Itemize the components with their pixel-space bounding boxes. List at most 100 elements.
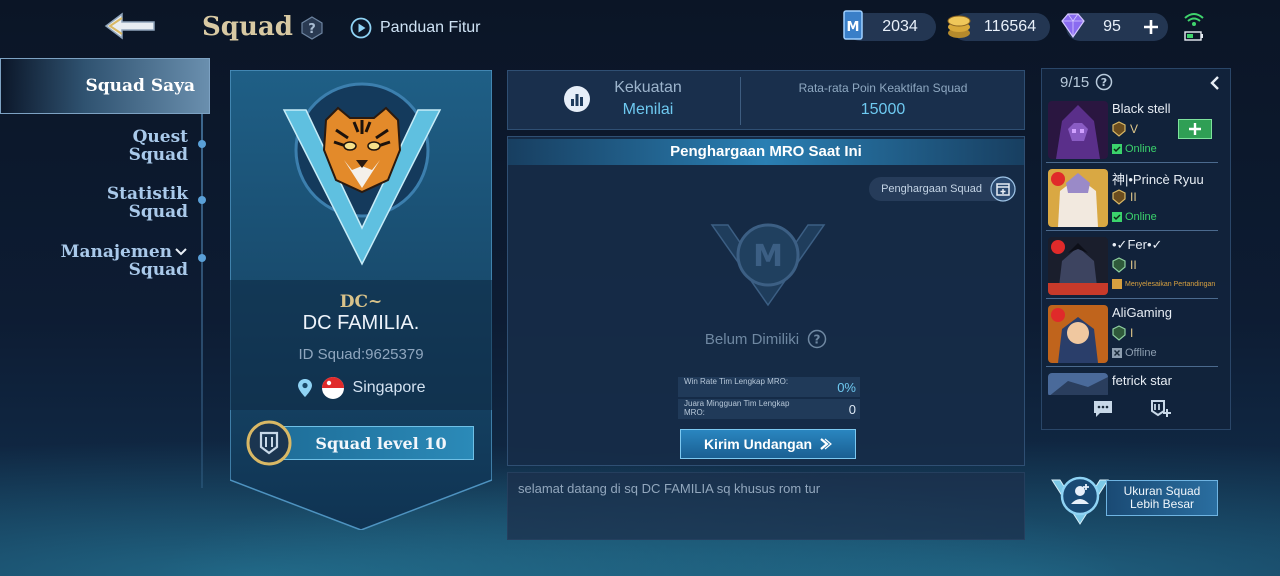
offline-x-icon <box>1112 348 1122 358</box>
diamonds-counter: 95 <box>1061 13 1168 41</box>
menu-item-manajemen-squad[interactable]: Manajemen Squad <box>61 243 188 279</box>
feature-guide-link[interactable]: Panduan Fitur <box>350 16 481 40</box>
menu-item-statistik-squad[interactable]: Statistik Squad <box>107 185 188 221</box>
play-icon <box>350 17 372 39</box>
battery-icon <box>1184 31 1203 41</box>
location-pin-icon <box>297 379 312 397</box>
member-row[interactable]: fetrick star <box>1046 371 1218 395</box>
online-check-icon <box>1112 212 1122 222</box>
menu-marker <box>198 140 206 148</box>
tiger-logo <box>322 106 402 194</box>
mro-points-counter: M 2034 <box>843 10 936 41</box>
member-status: Online <box>1112 211 1157 223</box>
member-row[interactable]: •✓Fer•✓ II Menyelesaikan Pertandingan <box>1046 235 1218 299</box>
squad-level-icon <box>246 420 292 466</box>
member-name: 神|•Princè Ryuu <box>1112 172 1204 187</box>
member-rank: II <box>1112 257 1137 273</box>
member-row[interactable]: Black stell V Online <box>1046 99 1218 163</box>
member-rank: II <box>1112 189 1137 205</box>
chevron-down-icon <box>175 248 187 256</box>
squad-upgrade-icon <box>1051 476 1109 525</box>
member-status: Online <box>1112 143 1157 155</box>
squad-tag: DC~ <box>339 292 383 312</box>
member-name: Black stell <box>1112 101 1171 116</box>
send-invite-button[interactable]: Kirim Undangan <box>680 429 856 459</box>
svg-text:?: ? <box>308 22 316 37</box>
bigger-squad-label: Ukuran Squad Lebih Besar <box>1106 480 1218 516</box>
plus-icon <box>1189 123 1201 135</box>
squad-announcement: selamat datang di sq DC FAMILIA sq khusu… <box>507 472 1025 540</box>
menu-item-squad-saya[interactable]: Squad Saya <box>0 58 210 114</box>
rank-badge-icon <box>1112 189 1126 205</box>
chat-icon[interactable] <box>1092 399 1114 419</box>
bigger-squad-button[interactable]: Ukuran Squad Lebih Besar <box>1048 474 1220 525</box>
avg-activity-label: Rata-rata Poin Keaktifan Squad <box>798 81 968 95</box>
page-title: Squad <box>202 12 293 42</box>
mro-winrate-row: Win Rate Tim Lengkap MRO: 0% <box>678 377 860 397</box>
member-name: fetrick star <box>1112 373 1172 388</box>
member-avatar <box>1048 169 1108 227</box>
member-avatar <box>1048 373 1108 395</box>
avg-activity-value: 15000 <box>860 101 906 118</box>
squad-menu: Squad Saya Quest Squad Statistik Squad M… <box>0 58 210 488</box>
in-match-icon <box>1112 279 1122 289</box>
squad-location: Singapore <box>230 376 492 400</box>
info-question-icon[interactable]: ? <box>807 329 827 349</box>
bar-chart-icon <box>564 86 590 112</box>
mro-emblem-icon: M <box>710 223 826 307</box>
singapore-flag-icon <box>321 377 344 399</box>
menu-divider <box>201 58 203 488</box>
menu-item-quest-squad[interactable]: Quest Squad <box>129 128 188 164</box>
device-status <box>1182 10 1206 44</box>
menu-marker <box>198 196 206 204</box>
member-avatar <box>1048 101 1108 159</box>
squad-award-button[interactable]: Penghargaan Squad <box>869 176 1016 202</box>
mro-header: Penghargaan MRO Saat Ini <box>508 139 1024 165</box>
award-calendar-icon <box>990 176 1016 202</box>
power-value: Menilai <box>622 101 674 118</box>
chevron-right-icon <box>820 438 832 450</box>
member-rank: V <box>1112 121 1138 137</box>
squad-name: DC FAMILIA. <box>302 312 420 334</box>
power-label: Kekuatan <box>614 79 682 96</box>
rank-badge-icon <box>1112 121 1126 137</box>
member-status: Menyelesaikan Pertandingan <box>1112 279 1215 289</box>
squad-level[interactable]: Squad level 10 <box>268 426 474 460</box>
member-rank: I <box>1112 325 1133 341</box>
member-avatar <box>1048 237 1108 295</box>
mro-award-panel: Penghargaan MRO Saat Ini Penghargaan Squ… <box>507 136 1025 466</box>
mro-weekly-champion-row: Juara Mingguan Tim Lengkap MRO: 0 <box>678 399 860 419</box>
member-row[interactable]: AliGaming I Offline <box>1046 303 1218 367</box>
add-friend-button[interactable] <box>1178 119 1212 139</box>
collapse-arrow-icon[interactable] <box>1208 75 1222 91</box>
diamond-icon <box>1061 13 1085 39</box>
online-check-icon <box>1112 144 1122 154</box>
member-actions <box>1092 399 1172 419</box>
back-arrow-icon[interactable] <box>100 8 160 44</box>
member-row[interactable]: 神|•Princè Ryuu II Online <box>1046 167 1218 231</box>
invite-member-icon[interactable] <box>1150 399 1172 419</box>
battle-points-counter: 116564 <box>947 13 1050 41</box>
wifi-icon <box>1184 13 1204 26</box>
location-name: Singapore <box>352 379 426 396</box>
squad-id: ID Squad:9625379 <box>298 346 424 363</box>
feature-guide-label: Panduan Fitur <box>380 19 481 36</box>
help-icon[interactable]: ? <box>300 16 324 40</box>
member-name: AliGaming <box>1112 305 1172 320</box>
not-owned-status: Belum Dimiliki ? <box>508 329 1024 349</box>
members-panel: 9/15 ? Black stell V Online 神|•Princè Ry… <box>1041 68 1231 430</box>
svg-text:?: ? <box>1101 76 1107 89</box>
help-icon[interactable]: ? <box>1095 73 1113 91</box>
menu-marker <box>198 254 206 262</box>
squad-profile-card: DC~ DC FAMILIA. ID Squad:9625379 Singapo… <box>230 70 492 530</box>
svg-text:M: M <box>847 20 860 35</box>
add-diamonds-icon[interactable] <box>1140 16 1162 38</box>
member-name: •✓Fer•✓ <box>1112 237 1163 252</box>
rank-badge-icon <box>1112 325 1126 341</box>
battle-points-icon <box>947 15 971 38</box>
member-avatar <box>1048 305 1108 363</box>
rank-badge-icon <box>1112 257 1126 273</box>
top-bar: Squad ? Panduan Fitur M 2034 116564 95 <box>0 0 1280 56</box>
svg-text:M: M <box>753 239 783 274</box>
mro-point-icon: M <box>843 10 863 40</box>
